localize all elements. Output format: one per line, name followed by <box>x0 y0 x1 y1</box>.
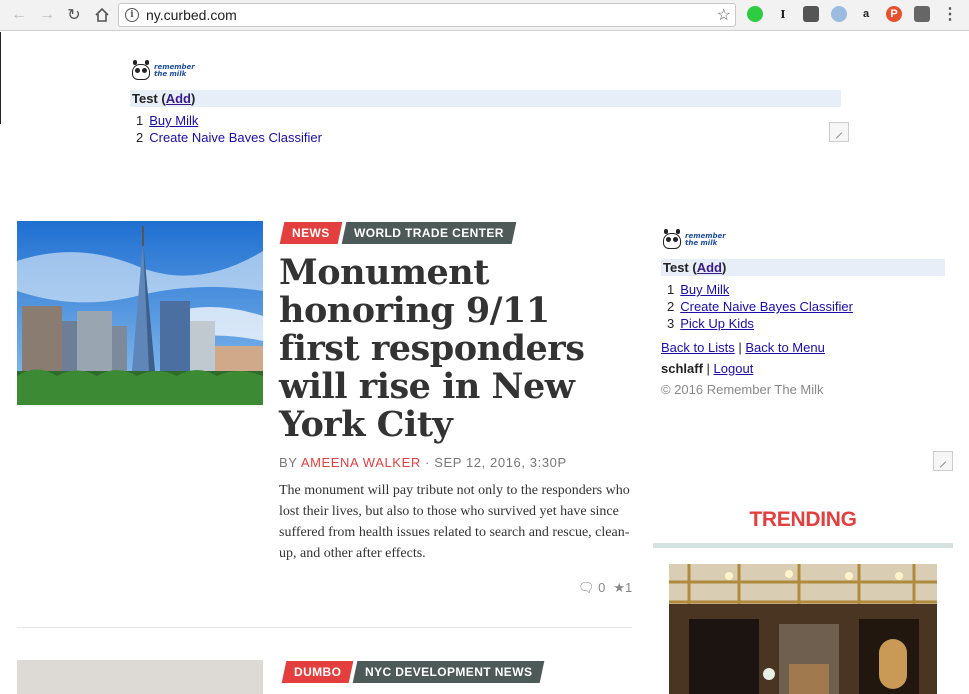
trending-divider <box>653 543 953 548</box>
tag-label: DUMBO <box>294 665 342 679</box>
rtm-widget-side: remember the milk Test (Add) 1 Buy Milk 2C… <box>661 229 945 397</box>
rtm-task-item: 2 Create Naive Bayes Classifier <box>130 129 841 142</box>
cow-icon <box>130 60 152 82</box>
tag-news[interactable]: NEWS <box>279 222 342 244</box>
rtm-logo-text-2: the milk <box>685 239 718 247</box>
tag-dumbo[interactable]: DUMBO <box>281 661 354 683</box>
rtm-task-item: 1 Buy Milk <box>661 281 945 298</box>
amazon-icon[interactable]: a <box>858 6 874 22</box>
logout-link[interactable]: Logout <box>714 361 754 376</box>
byline: BY AMEENA WALKER · SEP 12, 2016, 3:30P <box>279 455 567 470</box>
back-to-menu-link[interactable]: Back to Menu <box>745 340 825 355</box>
chrome-menu-icon[interactable]: ⋮ <box>942 6 958 23</box>
article-tags: NEWS WORLD TRADE CENTER <box>279 222 516 244</box>
reload-icon[interactable]: ↻ <box>63 4 85 26</box>
window-edge <box>0 32 1 124</box>
byline-prefix: BY <box>279 455 298 470</box>
stars-value: 1 <box>625 580 633 595</box>
mail-icon[interactable] <box>914 6 930 22</box>
home-icon[interactable] <box>91 4 113 26</box>
rtm-user-line: schlaff | Logout <box>661 361 945 376</box>
rtm-task-link[interactable]: Create Naive Bayes Classifier <box>149 130 322 142</box>
rtm-list-name: Test ( <box>132 91 166 106</box>
cow-icon <box>661 229 683 251</box>
publish-date: · SEP 12, 2016, 3:30P <box>425 455 567 470</box>
author-link[interactable]: AMEENA WALKER <box>301 455 421 470</box>
next-article-image[interactable] <box>17 660 263 694</box>
elephant-extension-icon[interactable] <box>803 6 819 22</box>
forward-arrow-icon[interactable]: → <box>36 4 58 26</box>
resize-handle-icon[interactable] <box>933 451 953 471</box>
rtm-logo-text-2: the milk <box>154 70 187 78</box>
rtm-logo[interactable]: remember the milk <box>130 60 841 82</box>
rtm-list-name: Test ( <box>663 260 697 275</box>
rtm-task-num: 2 <box>667 299 675 314</box>
rtm-task-link[interactable]: Pick Up Kids <box>680 316 754 331</box>
article-social: 🗨 0 ★1 <box>578 580 632 596</box>
rtm-task-num: 1 <box>667 282 675 297</box>
bookmark-star-icon[interactable]: ☆ <box>717 5 731 25</box>
article-divider <box>17 627 632 628</box>
rtm-paren: ) <box>191 91 196 106</box>
rtm-list-header: Test (Add) <box>130 90 841 107</box>
comments-value: 0 <box>598 580 606 595</box>
info-icon[interactable]: i <box>125 8 139 22</box>
article-headline[interactable]: Monument honoring 9/11 first responders … <box>279 254 629 444</box>
article-image[interactable] <box>17 221 263 405</box>
rtm-task-link[interactable]: Buy Milk <box>149 113 198 128</box>
avatar-extension-icon[interactable] <box>831 6 847 22</box>
rtm-task-link[interactable]: Create Naive Bayes Classifier <box>680 299 853 314</box>
comments-count[interactable]: 🗨 0 <box>578 580 605 596</box>
rtm-task-num: 1 <box>136 113 144 128</box>
rtm-widget-top: remember the milk Test (Add) 1 Buy Milk 2C… <box>130 60 841 142</box>
separator: | <box>738 340 742 355</box>
rtm-task-num: 3 <box>667 316 675 331</box>
resize-handle-icon[interactable] <box>829 122 849 142</box>
comment-icon: 🗨 <box>578 580 595 595</box>
tag-nyc-development-news[interactable]: NYC DEVELOPMENT NEWS <box>352 661 546 683</box>
article-dek: The monument will pay tribute not only t… <box>279 483 630 561</box>
trending-title: TRENDING <box>749 508 857 531</box>
tag-label: NEWS <box>292 226 330 240</box>
rtm-paren: ) <box>722 260 727 275</box>
stars-count[interactable]: ★1 <box>613 580 632 596</box>
evernote-web-clipper-icon[interactable] <box>747 6 763 22</box>
rtm-copyright: © 2016 Remember The Milk <box>661 382 824 397</box>
rtm-task-item: 2 Create Naive Bayes Classifier <box>661 298 945 315</box>
rtm-add-link[interactable]: Add <box>166 91 191 106</box>
address-bar[interactable]: i ny.curbed.com ☆ <box>118 3 736 27</box>
trending-image[interactable] <box>669 564 937 694</box>
star-icon: ★ <box>613 580 626 595</box>
rtm-nav-links: Back to Lists | Back to Menu <box>661 340 945 355</box>
rtm-logo[interactable]: remember the milk <box>661 229 945 251</box>
tag-world-trade-center[interactable]: WORLD TRADE CENTER <box>341 222 516 244</box>
tag-label: WORLD TRADE CENTER <box>353 226 504 240</box>
tag-label: NYC DEVELOPMENT NEWS <box>365 665 533 679</box>
rtm-username: schlaff <box>661 361 703 376</box>
rtm-add-link[interactable]: Add <box>697 260 722 275</box>
next-article-tags: DUMBO NYC DEVELOPMENT NEWS <box>281 661 546 683</box>
url-text[interactable]: ny.curbed.com <box>146 7 237 23</box>
instapaper-icon[interactable]: I <box>775 6 791 22</box>
rtm-task-item: 3 Pick Up Kids <box>661 315 945 332</box>
rtm-task-num: 2 <box>136 130 144 142</box>
back-to-lists-link[interactable]: Back to Lists <box>661 340 735 355</box>
rtm-task-item: 1 Buy Milk <box>130 112 841 129</box>
product-hunt-icon[interactable]: P <box>886 6 902 22</box>
rtm-list-header: Test (Add) <box>661 259 945 276</box>
back-arrow-icon[interactable]: ← <box>8 4 30 26</box>
rtm-task-link[interactable]: Buy Milk <box>680 282 729 297</box>
separator: | <box>706 361 710 376</box>
browser-toolbar: ← → ↻ i ny.curbed.com ☆ I a P ⋮ <box>0 0 969 31</box>
